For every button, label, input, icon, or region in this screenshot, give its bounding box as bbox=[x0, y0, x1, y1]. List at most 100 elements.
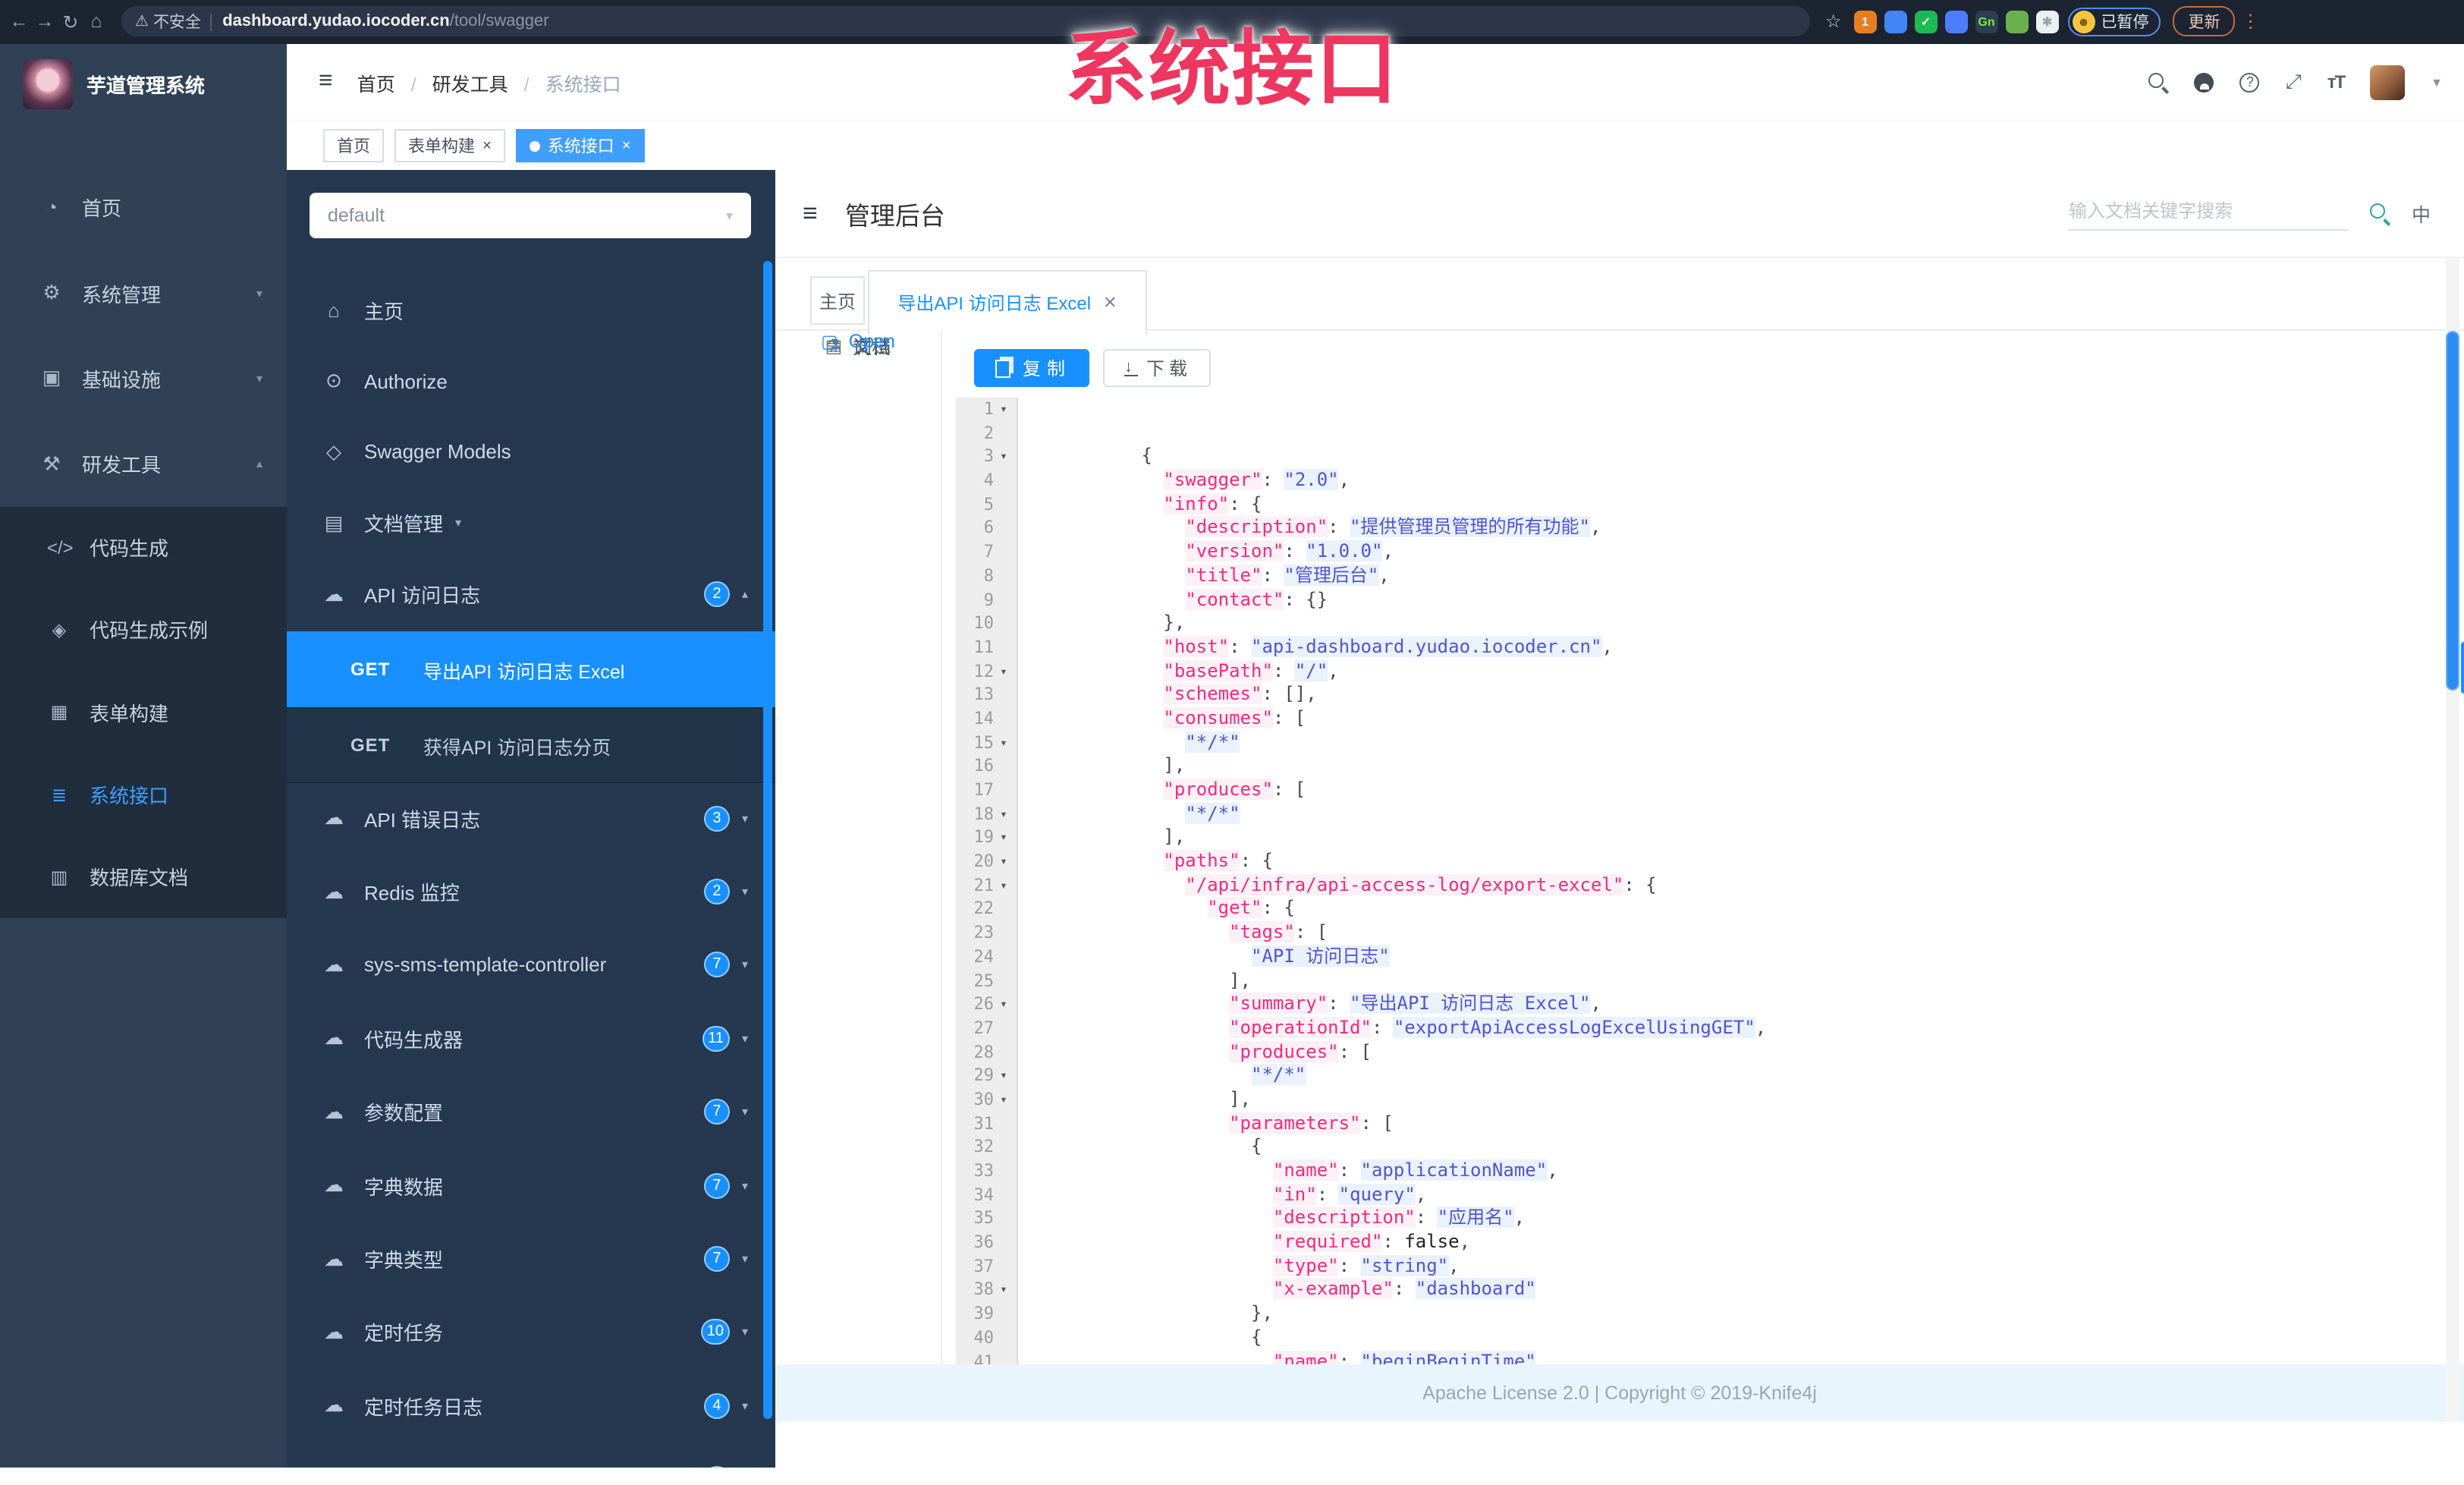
api-group-row[interactable]: ☁ 定时任务日志 4 ▾ bbox=[287, 1369, 775, 1443]
address-bar[interactable]: ⚠ 不安全 | dashboard.yudao.iocoder.cn /tool… bbox=[121, 6, 1810, 37]
fold-icon[interactable] bbox=[994, 493, 1014, 517]
font-size-icon[interactable]: тT bbox=[2327, 72, 2346, 93]
fold-icon[interactable] bbox=[994, 898, 1014, 921]
fold-icon[interactable] bbox=[994, 1350, 1014, 1364]
fold-icon[interactable] bbox=[994, 612, 1014, 635]
help-icon[interactable]: ? bbox=[2239, 72, 2260, 93]
fold-icon[interactable]: ▾ bbox=[994, 659, 1014, 683]
api-group-select[interactable]: default ▾ bbox=[310, 193, 751, 238]
sidebar-menu-item[interactable]: ◔ 首页 bbox=[0, 165, 287, 250]
gutter[interactable]: 26 ▾ bbox=[956, 993, 1018, 1017]
fold-icon[interactable] bbox=[994, 1231, 1014, 1254]
gutter[interactable]: 12 ▾ bbox=[956, 659, 1018, 684]
fold-icon[interactable] bbox=[994, 921, 1014, 945]
fold-icon[interactable] bbox=[994, 1207, 1014, 1231]
gutter[interactable]: 25 bbox=[956, 969, 1018, 993]
fold-icon[interactable] bbox=[994, 636, 1014, 659]
api-group-row[interactable]: ☁ Redis 监控 2 ▾ bbox=[287, 855, 775, 929]
language-toggle[interactable]: 中 bbox=[2412, 199, 2431, 228]
fold-icon[interactable] bbox=[994, 755, 1014, 779]
tree-item[interactable]: ☁ API 访问日志 2 ▴ bbox=[287, 558, 775, 630]
search-icon[interactable] bbox=[2148, 72, 2169, 93]
tag-item[interactable]: 系统接口 × bbox=[515, 129, 645, 162]
gutter[interactable]: 20 ▾ bbox=[956, 850, 1018, 874]
tag-close-icon[interactable]: × bbox=[482, 137, 492, 154]
gutter[interactable]: 36 bbox=[956, 1231, 1018, 1255]
gutter[interactable]: 14 bbox=[956, 706, 1018, 731]
gutter[interactable]: 10 bbox=[956, 612, 1018, 636]
breadcrumb-item[interactable]: 研发工具 bbox=[432, 74, 508, 96]
fold-icon[interactable] bbox=[994, 779, 1014, 802]
fold-icon[interactable] bbox=[994, 588, 1014, 612]
api-operation-row[interactable]: GET 导出API 访问日志 Excel bbox=[287, 631, 775, 707]
gutter[interactable]: 41 bbox=[956, 1350, 1018, 1364]
forward-icon[interactable]: → bbox=[32, 11, 58, 33]
avatar-caret-icon[interactable]: ▼ bbox=[2431, 76, 2443, 90]
tree-item[interactable]: ◇ Swagger Models bbox=[287, 417, 775, 488]
user-avatar[interactable] bbox=[2370, 64, 2406, 100]
doc-tab-active[interactable]: 导出API 访问日志 Excel ✕ bbox=[868, 270, 1147, 335]
gutter[interactable]: 31 bbox=[956, 1112, 1018, 1136]
gutter[interactable]: 29 ▾ bbox=[956, 1064, 1018, 1088]
gutter[interactable]: 33 bbox=[956, 1159, 1018, 1184]
gutter[interactable]: 34 bbox=[956, 1183, 1018, 1207]
api-group-row[interactable]: ☁ 岗位 7 ▾ bbox=[287, 1443, 775, 1468]
update-button[interactable]: 更新 bbox=[2173, 6, 2236, 37]
api-group-row[interactable]: ☁ 参数配置 7 ▾ bbox=[287, 1075, 775, 1149]
fold-icon[interactable] bbox=[994, 969, 1014, 993]
tree-collapse-icon[interactable]: ≡ bbox=[803, 198, 818, 228]
fold-icon[interactable] bbox=[994, 1255, 1014, 1279]
gutter[interactable]: 9 bbox=[956, 588, 1018, 612]
breadcrumb-item[interactable]: 系统接口 bbox=[545, 74, 621, 96]
fullscreen-icon[interactable]: ⤢ bbox=[2286, 71, 2302, 95]
gutter[interactable]: 19 ▾ bbox=[956, 826, 1018, 851]
gutter[interactable]: 27 bbox=[956, 1016, 1018, 1041]
github-icon[interactable] bbox=[2194, 72, 2214, 93]
fold-icon[interactable] bbox=[994, 707, 1014, 731]
gutter[interactable]: 40 bbox=[956, 1326, 1018, 1350]
fold-icon[interactable] bbox=[994, 469, 1014, 492]
sidebar-submenu-item[interactable]: ≣ 系统接口 bbox=[0, 754, 287, 836]
page-scrollbar-thumb[interactable] bbox=[2446, 331, 2459, 691]
gutter[interactable]: 17 bbox=[956, 779, 1018, 803]
breadcrumb-item[interactable]: 首页 bbox=[357, 74, 395, 96]
api-operation-row[interactable]: GET 获得API 访问日志分页 bbox=[287, 707, 775, 783]
gutter[interactable]: 35 bbox=[956, 1207, 1018, 1232]
sidebar-submenu-item[interactable]: ◈ 代码生成示例 bbox=[0, 589, 287, 672]
home-icon[interactable]: ⌂ bbox=[83, 11, 109, 33]
gutter[interactable]: 38 ▾ bbox=[956, 1278, 1018, 1303]
fold-icon[interactable] bbox=[994, 540, 1014, 564]
api-group-row[interactable]: ☁ 字典类型 7 ▾ bbox=[287, 1222, 775, 1296]
doc-tab-home[interactable]: 主页 bbox=[810, 276, 865, 325]
tag-close-icon[interactable]: × bbox=[622, 137, 631, 154]
gutter[interactable]: 28 bbox=[956, 1040, 1018, 1065]
tag-item[interactable]: 表单构建 × bbox=[394, 129, 505, 162]
fold-icon[interactable] bbox=[994, 421, 1014, 445]
fold-icon[interactable] bbox=[994, 1159, 1014, 1183]
download-button[interactable]: ↓ 下载 bbox=[1103, 349, 1211, 387]
api-group-row[interactable]: ☁ sys-sms-template-controller 7 ▾ bbox=[287, 929, 775, 1002]
doc-search-input[interactable]: 输入文档关键字搜索 bbox=[2068, 197, 2349, 230]
gutter[interactable]: 30 ▾ bbox=[956, 1087, 1018, 1112]
fold-icon[interactable] bbox=[994, 1040, 1014, 1064]
fold-icon[interactable]: ▾ bbox=[994, 874, 1014, 898]
doc-search-icon[interactable] bbox=[2370, 203, 2390, 223]
fold-icon[interactable] bbox=[994, 684, 1014, 707]
gutter[interactable]: 15 ▾ bbox=[956, 731, 1018, 755]
gutter[interactable]: 13 bbox=[956, 683, 1018, 707]
fold-icon[interactable] bbox=[994, 1302, 1014, 1326]
gutter[interactable]: 24 bbox=[956, 945, 1018, 969]
browser-menu-icon[interactable]: ⋮ bbox=[2242, 11, 2260, 33]
fold-icon[interactable] bbox=[994, 565, 1014, 588]
gutter[interactable]: 22 bbox=[956, 897, 1018, 922]
fold-icon[interactable]: ▾ bbox=[994, 1088, 1014, 1112]
gutter[interactable]: 5 bbox=[956, 492, 1018, 517]
extensions-paused-badge[interactable]: ☻ 已暂停 bbox=[2067, 7, 2161, 36]
gutter[interactable]: 23 bbox=[956, 921, 1018, 945]
fold-icon[interactable] bbox=[994, 1017, 1014, 1040]
fold-icon[interactable]: ▾ bbox=[994, 850, 1014, 873]
gutter[interactable]: 1 ▾ bbox=[956, 398, 1018, 422]
swagger-json-editor[interactable]: 1 ▾ { 2 "swagger": "2.0", 3 ▾ "info": {… bbox=[956, 398, 2440, 1364]
sidebar-menu-item[interactable]: ▣ 基础设施 ▾ bbox=[0, 336, 287, 422]
api-group-row[interactable]: ☁ 定时任务 10 ▾ bbox=[287, 1295, 775, 1369]
